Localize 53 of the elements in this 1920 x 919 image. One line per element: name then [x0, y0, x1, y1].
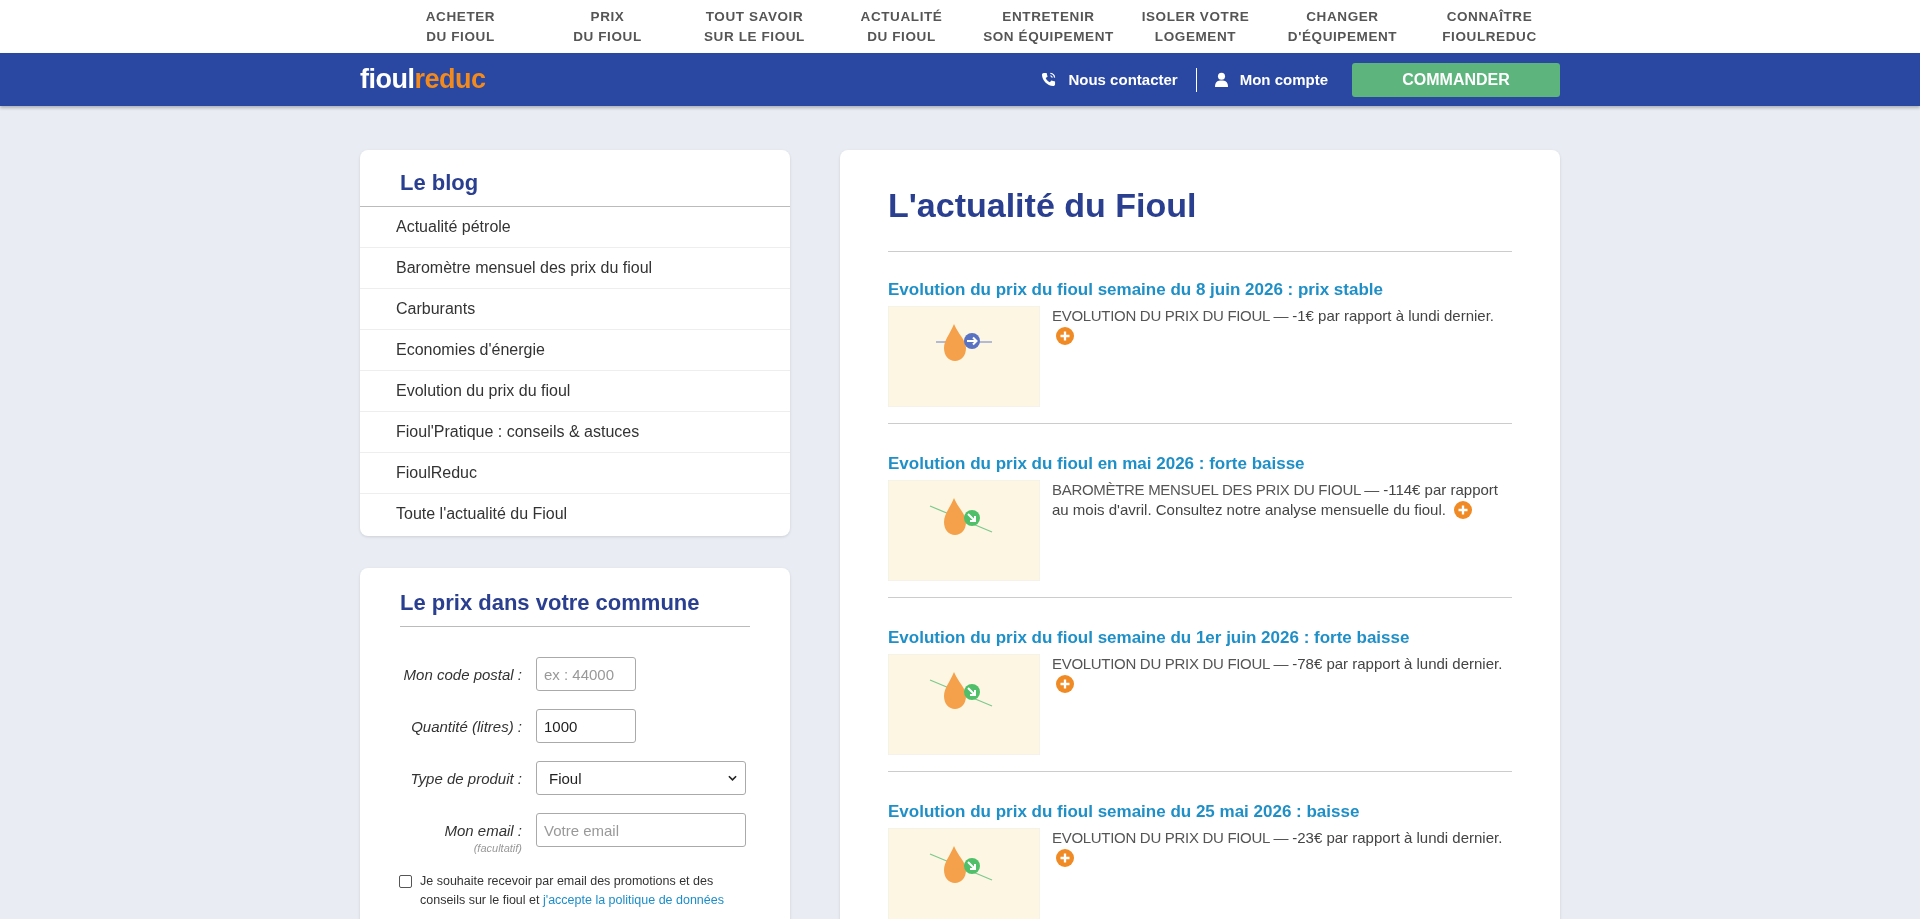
contact-link[interactable]: Nous contacter: [1068, 71, 1178, 88]
input-field[interactable]: Votre email: [536, 813, 746, 847]
account-link[interactable]: Mon compte: [1239, 71, 1328, 88]
nav-link[interactable]: CONNAÎTRE FIOULREDUC: [1416, 0, 1563, 53]
user-icon: [1214, 72, 1228, 87]
price-trend-thumbnail[interactable]: [888, 828, 1040, 919]
phone-icon: [1041, 72, 1057, 87]
price-trend-thumbnail[interactable]: [888, 654, 1040, 755]
nav-link[interactable]: ENTRETENIR SON ÉQUIPEMENT: [975, 0, 1122, 53]
price-trend-thumbnail[interactable]: [888, 480, 1040, 581]
field-label: Mon code postal :: [403, 666, 522, 683]
page-title: L'actualité du Fioul: [888, 186, 1512, 252]
blog-category-link[interactable]: Toute l'actualité du Fioul: [360, 494, 790, 534]
logo[interactable]: fioulreduc: [360, 64, 486, 95]
field-label: Quantité (litres) :: [411, 718, 522, 735]
field-label: Type de produit :: [410, 770, 522, 787]
article-title-link[interactable]: Evolution du prix du fioul en mai 2026 : forte baisse: [888, 454, 1512, 474]
nav-link[interactable]: CHANGER D'ÉQUIPEMENT: [1269, 0, 1416, 53]
nav-link[interactable]: ACHETER DU FIOUL: [387, 0, 534, 53]
plus-icon[interactable]: [1056, 675, 1074, 693]
blog-category-link[interactable]: FioulReduc: [360, 453, 790, 494]
input-field[interactable]: ex : 44000: [536, 657, 636, 691]
article-summary: EVOLUTION DU PRIX DU FIOUL — -1€ par rapport à lundi dernier.: [1052, 306, 1512, 407]
consent-checkbox[interactable]: [399, 875, 412, 888]
plus-icon[interactable]: [1454, 501, 1473, 519]
article-title-link[interactable]: Evolution du prix du fioul semaine du 8 juin 2026 : prix stable: [888, 280, 1512, 300]
product-select[interactable]: Fioul: [536, 761, 746, 795]
article-title-link[interactable]: Evolution du prix du fioul semaine du 25 mai 2026 : baisse: [888, 802, 1512, 822]
blog-category-link[interactable]: Actualité pétrole: [360, 207, 790, 248]
privacy-policy-link[interactable]: j'accepte la politique de données: [543, 893, 724, 907]
blog-title: Le blog: [360, 170, 790, 207]
article-title-link[interactable]: Evolution du prix du fioul semaine du 1er juin 2026 : forte baisse: [888, 628, 1512, 648]
input-field[interactable]: 1000: [536, 709, 636, 743]
plus-icon[interactable]: [1056, 327, 1074, 345]
article-summary: BAROMÈTRE MENSUEL DES PRIX DU FIOUL — -114€ par rapport au mois d'avril. Consultez notre analyse mensuelle du fioul.: [1052, 480, 1499, 521]
consent-text: Je souhaite recevoir par email des promotions et des conseils sur le fioul et j'accepte la politique de données: [420, 873, 725, 909]
field-label: Mon email :: [444, 822, 522, 839]
plus-icon[interactable]: [1056, 849, 1074, 867]
price-trend-thumbnail[interactable]: [888, 306, 1040, 407]
nav-link[interactable]: TOUT SAVOIR SUR LE FIOUL: [681, 0, 828, 53]
blog-category-link[interactable]: Fioul'Pratique : conseils & astuces: [360, 412, 790, 453]
blog-category-link[interactable]: Baromètre mensuel des prix du fioul: [360, 248, 790, 289]
chevron-down-icon: [728, 775, 737, 781]
blog-category-link[interactable]: Economies d'énergie: [360, 330, 790, 371]
nav-link[interactable]: ACTUALITÉ DU FIOUL: [828, 0, 975, 53]
form-title: Le prix dans votre commune: [400, 590, 750, 627]
field-note: (facultatif): [473, 842, 522, 854]
article-summary: EVOLUTION DU PRIX DU FIOUL — -78€ par rapport à lundi dernier.: [1052, 654, 1512, 755]
blog-category-link[interactable]: Carburants: [360, 289, 790, 330]
nav-link[interactable]: PRIX DU FIOUL: [534, 0, 681, 53]
nav-link[interactable]: ISOLER VOTRE LOGEMENT: [1122, 0, 1269, 53]
blog-category-link[interactable]: Evolution du prix du fioul: [360, 371, 790, 412]
article-summary: EVOLUTION DU PRIX DU FIOUL — -23€ par rapport à lundi dernier.: [1052, 828, 1512, 919]
